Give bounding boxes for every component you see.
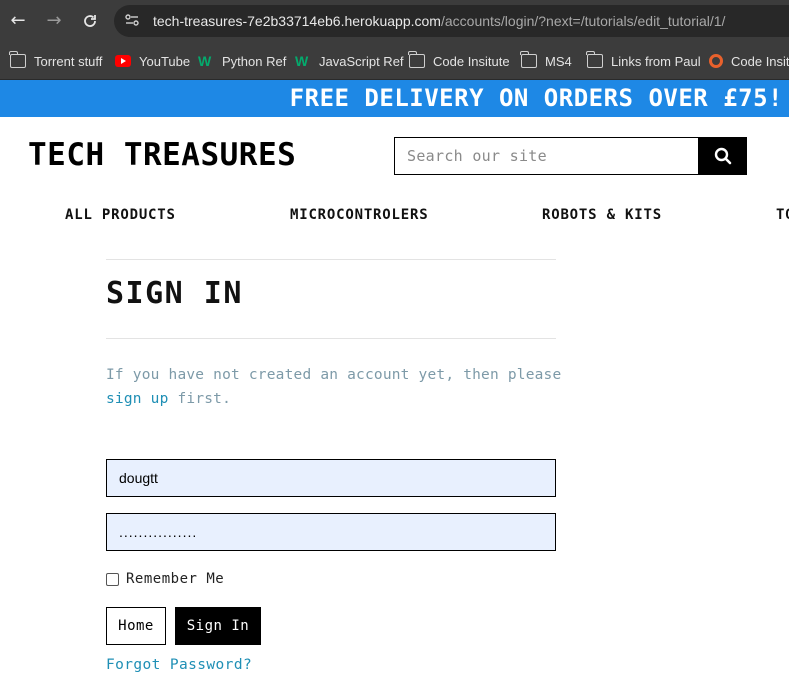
back-arrow-icon[interactable]: ← bbox=[6, 9, 30, 33]
bookmark-youtube[interactable]: YouTube bbox=[115, 51, 190, 71]
folder-icon bbox=[9, 51, 26, 68]
bookmark-javascript-ref[interactable]: W JavaScript Ref bbox=[295, 51, 404, 71]
youtube-icon bbox=[115, 55, 131, 67]
bookmark-label: Code Insitute bbox=[433, 53, 510, 69]
site-info-icon[interactable] bbox=[124, 12, 142, 30]
folder-icon bbox=[520, 51, 537, 68]
bookmark-code-institute[interactable]: Code Insitu bbox=[709, 51, 789, 71]
site-logo[interactable]: TECH TREASURES bbox=[28, 137, 296, 173]
bookmark-torrent-stuff[interactable]: Torrent stuff bbox=[9, 51, 103, 71]
w3schools-icon: W bbox=[295, 53, 309, 69]
search-input[interactable] bbox=[394, 137, 698, 175]
bookmark-label: Torrent stuff bbox=[34, 53, 103, 69]
delivery-banner: FREE DELIVERY ON ORDERS OVER £75! bbox=[0, 80, 789, 117]
delivery-banner-text: FREE DELIVERY ON ORDERS OVER £75! bbox=[289, 84, 783, 112]
bookmarks-bar: Torrent stuff YouTube W Python Ref W JavaS… bbox=[0, 42, 789, 80]
bookmark-label: Links from Paul bbox=[611, 53, 701, 69]
bookmark-code-insitute[interactable]: Code Insitute bbox=[408, 51, 510, 71]
signin-intro: If you have not created an account yet, … bbox=[106, 363, 566, 411]
divider bbox=[106, 338, 556, 339]
search-icon bbox=[714, 147, 731, 165]
bookmark-python-ref[interactable]: W Python Ref bbox=[198, 51, 286, 71]
browser-toolbar: ← → tech-treasures-7e2b33714eb6.herokuap… bbox=[0, 0, 789, 42]
forgot-password-link[interactable]: Forgot Password? bbox=[106, 655, 252, 675]
bookmark-label: MS4 bbox=[545, 53, 572, 69]
url-host: tech-treasures-7e2b33714eb6.herokuapp.co… bbox=[153, 13, 441, 29]
remember-me[interactable]: Remember Me bbox=[106, 569, 224, 589]
remember-me-label: Remember Me bbox=[126, 571, 225, 587]
w3schools-icon: W bbox=[198, 53, 212, 69]
url-path: /accounts/login/?next=/tutorials/edit_tu… bbox=[440, 13, 726, 29]
search-form bbox=[394, 137, 747, 175]
bookmark-label: JavaScript Ref bbox=[319, 53, 404, 69]
forward-arrow-icon[interactable]: → bbox=[42, 9, 66, 33]
folder-icon bbox=[586, 51, 603, 68]
url-text: tech-treasures-7e2b33714eb6.herokuapp.co… bbox=[153, 12, 725, 30]
intro-text: If you have not created an account yet, … bbox=[106, 367, 562, 383]
nav-all-products[interactable]: ALL PRODUCTS bbox=[65, 204, 176, 226]
sign-in-button[interactable]: Sign In bbox=[175, 607, 261, 645]
username-field[interactable] bbox=[106, 459, 556, 497]
reload-icon[interactable] bbox=[78, 9, 102, 33]
bookmark-ms4[interactable]: MS4 bbox=[520, 51, 572, 71]
signup-link[interactable]: sign up bbox=[106, 391, 169, 407]
search-button[interactable] bbox=[698, 137, 747, 175]
bookmark-label: Code Insitu bbox=[731, 53, 789, 69]
page-title: SIGN IN bbox=[106, 276, 243, 311]
bookmark-label: Python Ref bbox=[222, 53, 287, 69]
home-button[interactable]: Home bbox=[106, 607, 166, 645]
nav-item-clipped[interactable]: TO bbox=[776, 204, 789, 226]
nav-microcontrolers[interactable]: MICROCONTROLERS bbox=[290, 204, 428, 226]
bookmark-label: YouTube bbox=[139, 53, 191, 69]
nav-robots-kits[interactable]: ROBOTS & KITS bbox=[542, 204, 662, 226]
intro-text-end: first. bbox=[177, 391, 232, 407]
code-institute-icon bbox=[709, 54, 723, 68]
remember-me-checkbox[interactable] bbox=[106, 572, 119, 586]
divider bbox=[106, 259, 556, 260]
address-bar[interactable]: tech-treasures-7e2b33714eb6.herokuapp.co… bbox=[114, 5, 789, 37]
bookmark-links-from-paul[interactable]: Links from Paul bbox=[586, 51, 701, 71]
folder-icon bbox=[408, 51, 425, 68]
main-nav: ALL PRODUCTS MICROCONTROLERS ROBOTS & KI… bbox=[0, 204, 789, 228]
password-field[interactable] bbox=[106, 513, 556, 551]
